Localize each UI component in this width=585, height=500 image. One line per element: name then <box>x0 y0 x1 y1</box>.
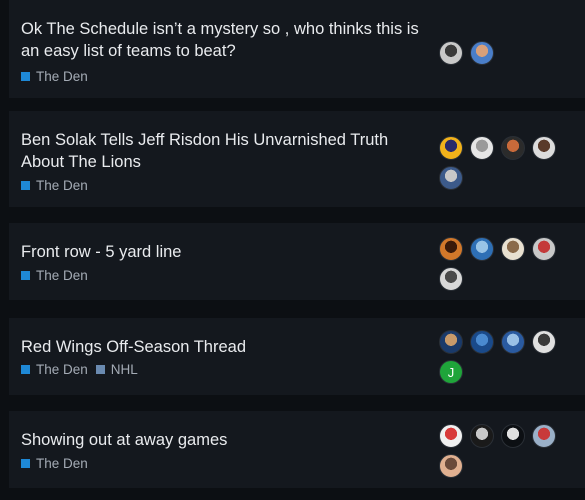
poster-avatar[interactable] <box>532 330 556 354</box>
avatar-letter: J <box>447 364 455 380</box>
poster-avatar[interactable] <box>532 424 556 448</box>
topic-title-link[interactable]: Ben Solak Tells Jeff Risdon His Unvarnis… <box>21 129 421 173</box>
poster-avatar[interactable] <box>501 330 525 354</box>
poster-avatar[interactable] <box>439 237 463 261</box>
topic-posters <box>439 136 563 196</box>
poster-avatar[interactable] <box>532 237 556 261</box>
poster-avatar[interactable] <box>439 424 463 448</box>
topic-posters <box>439 424 563 484</box>
topic-title-link[interactable]: Red Wings Off-Season Thread <box>21 336 421 358</box>
poster-avatar[interactable] <box>439 330 463 354</box>
poster-avatar[interactable] <box>501 237 525 261</box>
category-color-swatch <box>21 180 30 190</box>
topic-row[interactable]: Ben Solak Tells Jeff Risdon His Unvarnis… <box>9 111 585 207</box>
category-color-swatch <box>21 364 30 374</box>
poster-avatar[interactable] <box>439 267 463 291</box>
category-label: The Den <box>36 177 88 193</box>
topic-row[interactable]: Ok The Schedule isn’t a mystery so , who… <box>9 0 585 98</box>
topic-title-link[interactable]: Front row - 5 yard line <box>21 241 421 263</box>
poster-avatar[interactable] <box>439 166 463 190</box>
poster-avatar[interactable] <box>532 136 556 160</box>
poster-avatar[interactable] <box>470 136 494 160</box>
topic-row[interactable]: Showing out at away games The Den <box>9 411 585 488</box>
category-label: The Den <box>36 68 88 84</box>
category-label: The Den <box>36 455 88 471</box>
poster-avatar[interactable] <box>470 41 494 65</box>
category-tag-the-den[interactable]: The Den <box>21 362 88 377</box>
topic-posters <box>439 41 563 71</box>
poster-avatar[interactable] <box>501 424 525 448</box>
poster-avatar[interactable] <box>439 136 463 160</box>
topic-posters <box>439 237 563 297</box>
topic-title-link[interactable]: Ok The Schedule isn’t a mystery so , who… <box>21 18 421 62</box>
poster-avatar[interactable]: J <box>439 360 463 384</box>
topic-list: Ok The Schedule isn’t a mystery so , who… <box>0 0 585 500</box>
category-tag-the-den[interactable]: The Den <box>21 268 88 283</box>
category-label: The Den <box>36 361 88 377</box>
tag-nhl[interactable]: NHL <box>95 361 138 377</box>
topic-tags: The Den NHL <box>21 361 146 377</box>
topic-row[interactable]: Front row - 5 yard line The Den <box>9 223 585 300</box>
poster-avatar[interactable] <box>470 237 494 261</box>
poster-avatar[interactable] <box>470 424 494 448</box>
category-color-swatch <box>21 270 30 280</box>
topic-tags: The Den <box>21 177 96 193</box>
topic-title-link[interactable]: Showing out at away games <box>21 429 421 451</box>
poster-avatar[interactable] <box>439 41 463 65</box>
topic-posters: J <box>439 330 563 390</box>
topic-tags: The Den <box>21 68 96 84</box>
category-tag-the-den[interactable]: The Den <box>21 456 88 471</box>
category-color-swatch <box>21 71 30 81</box>
topic-tags: The Den <box>21 455 96 471</box>
category-color-swatch <box>21 458 30 468</box>
category-tag-the-den[interactable]: The Den <box>21 178 88 193</box>
category-label: The Den <box>36 267 88 283</box>
tag-color-swatch <box>95 364 105 374</box>
topic-row[interactable]: Red Wings Off-Season Thread The Den NHL … <box>9 318 585 395</box>
poster-avatar[interactable] <box>470 330 494 354</box>
tag-label: NHL <box>110 361 138 377</box>
category-tag-the-den[interactable]: The Den <box>21 69 88 84</box>
poster-avatar[interactable] <box>501 136 525 160</box>
topic-tags: The Den <box>21 267 96 283</box>
poster-avatar[interactable] <box>439 454 463 478</box>
